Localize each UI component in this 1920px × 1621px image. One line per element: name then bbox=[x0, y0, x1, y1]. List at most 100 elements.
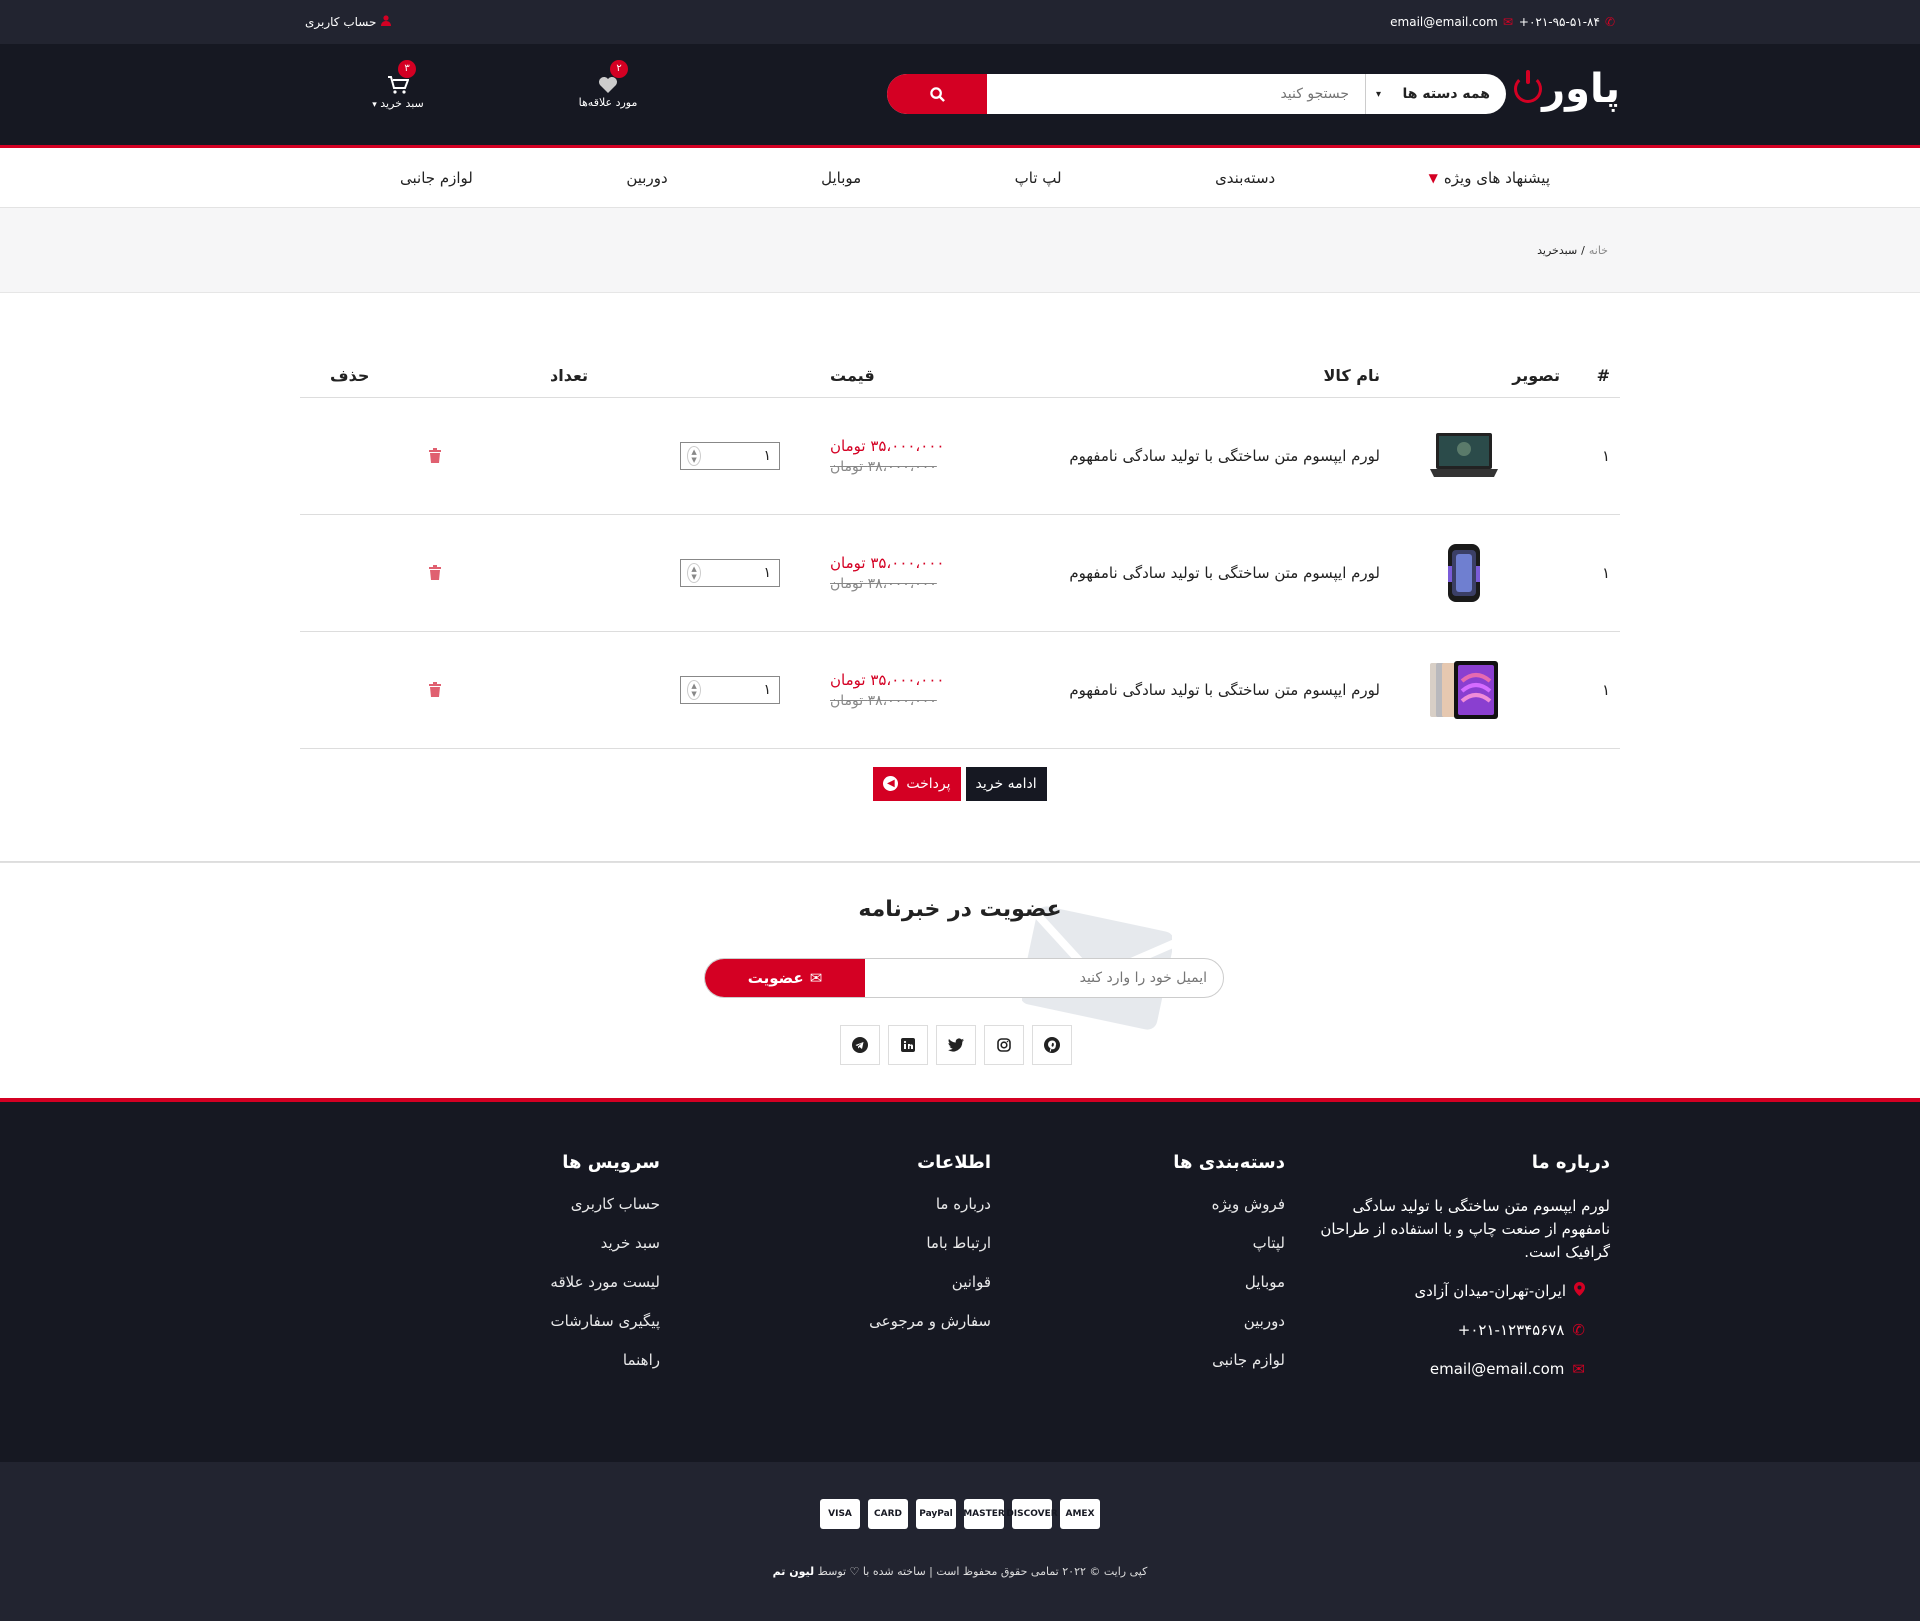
quantity-stepper[interactable]: ۱ ▲ ▼ bbox=[680, 675, 780, 704]
col-image: تصویر bbox=[1390, 355, 1570, 398]
price-cell: ۳۵،۰۰۰،۰۰۰ تومان ۳۸،۰۰۰،۰۰۰ تومان bbox=[790, 397, 990, 515]
footer-address-text: ایران-تهران-میدان آزادی bbox=[1414, 1282, 1566, 1300]
product-name[interactable]: لورم ایپسوم متن ساختگی با تولید سادگی نا… bbox=[990, 631, 1390, 749]
breadcrumb: خانه / سبدخرید bbox=[0, 208, 1920, 293]
hard-drive-image[interactable] bbox=[1428, 543, 1500, 602]
product-name[interactable]: لورم ایپسوم متن ساختگی با تولید سادگی نا… bbox=[990, 397, 1390, 515]
footer-link[interactable]: لوازم جانبی bbox=[1173, 1351, 1285, 1390]
continue-shopping-button[interactable]: ادامه خرید bbox=[965, 766, 1047, 801]
table-row: ۱ لورم ایپسوم متن ساختگی با تولید سادگی … bbox=[300, 631, 1620, 749]
caret-down-icon: ▼ bbox=[1428, 171, 1438, 185]
footer-email[interactable]: ✉ email@email.com bbox=[1320, 1357, 1585, 1382]
social-links bbox=[840, 1024, 1072, 1065]
search-icon bbox=[929, 86, 945, 102]
checkout-button[interactable]: پرداخت ◀ bbox=[873, 766, 961, 801]
top-email[interactable]: ✉ email@email.com bbox=[1390, 15, 1513, 29]
top-email-text: email@email.com bbox=[1390, 15, 1498, 29]
row-num: ۱ bbox=[1570, 397, 1620, 515]
footer-link[interactable]: موبایل bbox=[1173, 1273, 1285, 1312]
trash-icon[interactable] bbox=[429, 565, 441, 580]
price-new: ۳۵،۰۰۰،۰۰۰ تومان bbox=[830, 436, 945, 455]
price-new: ۳۵،۰۰۰،۰۰۰ تومان bbox=[830, 670, 945, 689]
footer-link[interactable]: لیست مورد علاقه bbox=[550, 1273, 660, 1312]
footer-link[interactable]: درباره ما bbox=[869, 1195, 991, 1234]
quantity-stepper[interactable]: ۱ ▲ ▼ bbox=[680, 441, 780, 470]
telegram-icon[interactable] bbox=[840, 1024, 880, 1065]
chevron-down-icon: ▾ bbox=[1376, 88, 1382, 100]
col-name: نام کالا bbox=[990, 355, 1390, 398]
credit-card-icon: CARD bbox=[868, 1498, 908, 1529]
cart-table: # تصویر نام کالا قیمت تعداد حذف ۱ لورم ا… bbox=[300, 355, 1620, 749]
nav-label: لپ تاپ bbox=[1014, 169, 1062, 187]
wishlist-button[interactable]: ۲ مورد علاقه‌ها bbox=[568, 60, 648, 109]
instagram-icon[interactable] bbox=[984, 1024, 1024, 1065]
footer-address: ایران-تهران-میدان آزادی bbox=[1320, 1279, 1585, 1304]
footer-link[interactable]: حساب کاربری bbox=[550, 1195, 660, 1234]
tablet-image[interactable] bbox=[1428, 660, 1500, 719]
search-button[interactable] bbox=[887, 74, 987, 114]
newsletter-title: عضویت در خبرنامه bbox=[858, 896, 1062, 922]
price-cell: ۳۵،۰۰۰،۰۰۰ تومان ۳۸،۰۰۰،۰۰۰ تومان bbox=[790, 514, 990, 632]
pinterest-icon[interactable] bbox=[1032, 1024, 1072, 1065]
spinner-icon[interactable]: ▲ ▼ bbox=[687, 679, 701, 700]
wishlist-label: مورد علاقه‌ها bbox=[578, 96, 638, 109]
footer-link[interactable]: پیگیری سفارشات bbox=[550, 1312, 660, 1351]
discover-icon: DISCOVER bbox=[1006, 1498, 1058, 1529]
laptop-image[interactable] bbox=[1428, 427, 1500, 485]
nav-item-accessories[interactable]: لوازم جانبی bbox=[400, 169, 473, 187]
nav-item-laptop[interactable]: لپ تاپ bbox=[1015, 169, 1062, 187]
copyright: کپی رایت © ۲۰۲۲ تمامی حقوق محفوظ است | س… bbox=[0, 1565, 1920, 1578]
twitter-icon[interactable] bbox=[936, 1024, 976, 1065]
footer-link[interactable]: سبد خرید bbox=[550, 1234, 660, 1273]
amex-icon: AMEX bbox=[1060, 1498, 1100, 1529]
footer-link[interactable]: ارتباط باما bbox=[869, 1234, 991, 1273]
footer-info-title: اطلاعات bbox=[917, 1151, 991, 1173]
footer-link[interactable]: راهنما bbox=[550, 1351, 660, 1390]
search-input[interactable] bbox=[987, 74, 1365, 114]
phone-icon: ✆ bbox=[1572, 1321, 1585, 1339]
quantity-value: ۱ bbox=[763, 681, 771, 698]
cart-button[interactable]: ۳ سبد خرید ▾ bbox=[358, 60, 438, 110]
footer-link[interactable]: دوربین bbox=[1173, 1312, 1285, 1351]
footer-phone[interactable]: ✆ ۰۲۱-۱۲۳۴۵۶۷۸+ bbox=[1320, 1318, 1585, 1343]
footer-link[interactable]: قوانین bbox=[869, 1273, 991, 1312]
main-nav: پیشنهاد های ویژه ▼ دسته‌بندی لپ تاپ موبای… bbox=[0, 148, 1920, 208]
footer-link[interactable]: سفارش و مرجوعی bbox=[869, 1312, 991, 1351]
delete-cell bbox=[300, 514, 550, 632]
nav-item-camera[interactable]: دوربین bbox=[626, 169, 667, 187]
search-category-select[interactable]: همه دسته ها ▾ bbox=[1365, 74, 1506, 114]
top-bar: ✆ ۰۲۱-۹۵-۵۱-۸۴+ ✉ email@email.com حساب ک… bbox=[0, 0, 1920, 44]
caret-down-icon: ▾ bbox=[372, 100, 377, 110]
delete-cell bbox=[300, 397, 550, 515]
nav-item-special-offers[interactable]: پیشنهاد های ویژه ▼ bbox=[1429, 169, 1550, 187]
quantity-stepper[interactable]: ۱ ▲ ▼ bbox=[680, 558, 780, 587]
logo[interactable]: پاور bbox=[1508, 66, 1620, 112]
newsletter-email-input[interactable] bbox=[865, 958, 1223, 997]
brand-link[interactable]: لیون تم bbox=[773, 1565, 815, 1578]
footer-services-title: سرویس ها bbox=[562, 1151, 660, 1173]
trash-icon[interactable] bbox=[429, 682, 441, 697]
payment-methods: VISA CARD PayPal MASTER DISCOVER AMEX bbox=[0, 1462, 1920, 1529]
spinner-icon[interactable]: ▲ ▼ bbox=[687, 445, 701, 466]
breadcrumb-home[interactable]: خانه bbox=[1589, 244, 1608, 257]
account-label: حساب کاربری bbox=[305, 15, 377, 29]
table-row: ۱ لورم ایپسوم متن ساختگی با تولید سادگی … bbox=[300, 514, 1620, 632]
top-phone[interactable]: ✆ ۰۲۱-۹۵-۵۱-۸۴+ bbox=[1519, 15, 1615, 29]
price-old: ۳۸،۰۰۰،۰۰۰ تومان bbox=[830, 692, 937, 709]
trash-icon[interactable] bbox=[429, 448, 441, 463]
cart-label: سبد خرید bbox=[380, 97, 424, 110]
nav-label: دوربین bbox=[626, 169, 668, 187]
nav-item-categories[interactable]: دسته‌بندی bbox=[1215, 169, 1275, 187]
cart-icon bbox=[358, 76, 438, 97]
footer-link[interactable]: فروش ویژه bbox=[1173, 1195, 1285, 1234]
nav-item-mobile[interactable]: موبایل bbox=[821, 169, 861, 187]
spinner-icon[interactable]: ▲ ▼ bbox=[687, 562, 701, 583]
col-price: قیمت bbox=[790, 355, 990, 398]
footer-link[interactable]: لپتاپ bbox=[1173, 1234, 1285, 1273]
col-qty: تعداد bbox=[550, 355, 790, 398]
product-name[interactable]: لورم ایپسوم متن ساختگی با تولید سادگی نا… bbox=[990, 514, 1390, 632]
newsletter-submit-button[interactable]: ✉ عضویت bbox=[705, 958, 865, 997]
account-link[interactable]: حساب کاربری bbox=[305, 15, 392, 29]
linkedin-icon[interactable] bbox=[888, 1024, 928, 1065]
mastercard-icon: MASTER bbox=[963, 1498, 1005, 1529]
